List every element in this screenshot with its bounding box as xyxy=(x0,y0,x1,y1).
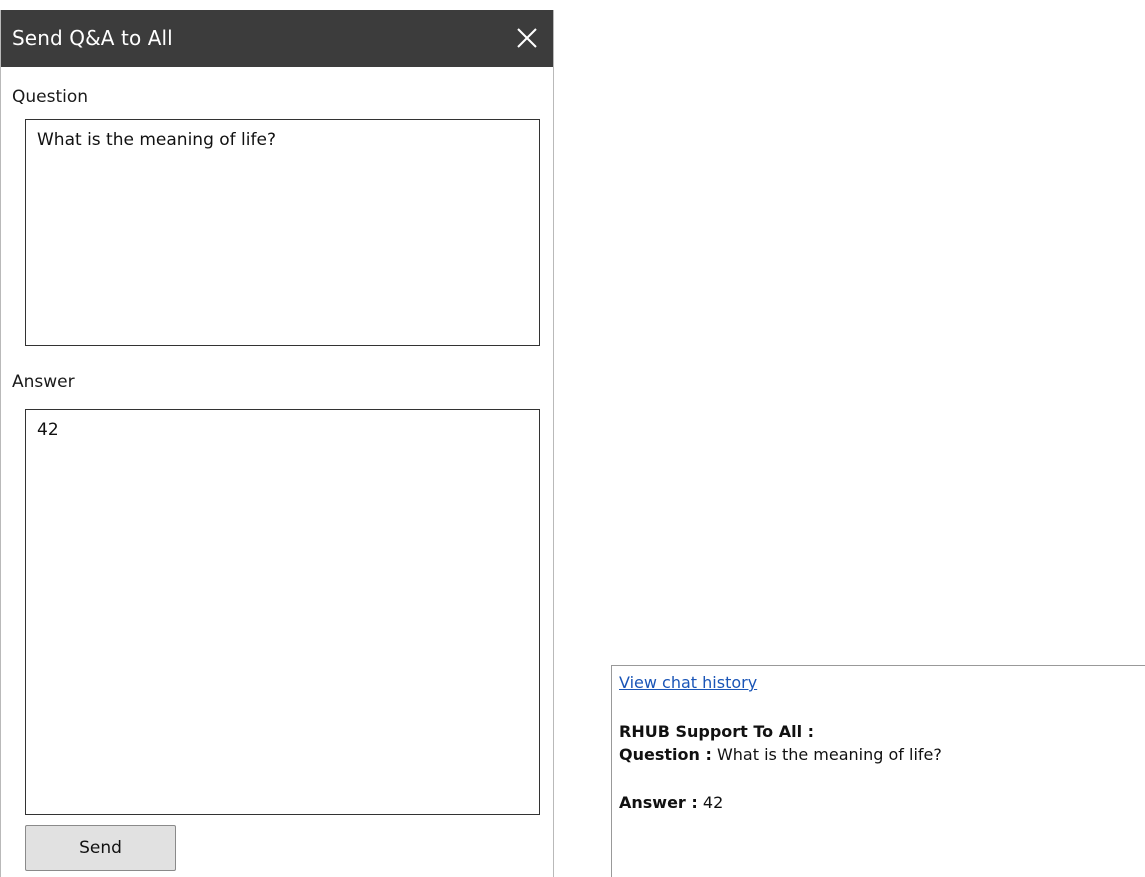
chat-question-key: Question : xyxy=(619,745,712,764)
send-qa-dialog: Send Q&A to All Question What is the mea… xyxy=(0,10,554,877)
chat-question-line: Question : What is the meaning of life? xyxy=(619,745,942,764)
close-icon xyxy=(517,28,537,48)
view-chat-history-link[interactable]: View chat history xyxy=(619,673,757,692)
dialog-titlebar: Send Q&A to All xyxy=(1,10,553,67)
chat-answer-line: Answer : 42 xyxy=(619,793,723,812)
close-button[interactable] xyxy=(505,16,549,60)
question-label: Question xyxy=(12,87,89,107)
question-textarea[interactable]: What is the meaning of life? xyxy=(25,119,540,346)
chat-panel: View chat history RHUB Support To All : … xyxy=(611,665,1145,877)
dialog-title: Send Q&A to All xyxy=(12,26,173,50)
answer-label: Answer xyxy=(12,372,75,392)
send-button[interactable]: Send xyxy=(25,825,176,871)
chat-sender: RHUB Support To All : xyxy=(619,722,815,741)
chat-question-text: What is the meaning of life? xyxy=(711,745,942,764)
chat-answer-key: Answer : xyxy=(619,793,698,812)
answer-textarea[interactable]: 42 xyxy=(25,409,540,815)
chat-answer-text: 42 xyxy=(697,793,724,812)
